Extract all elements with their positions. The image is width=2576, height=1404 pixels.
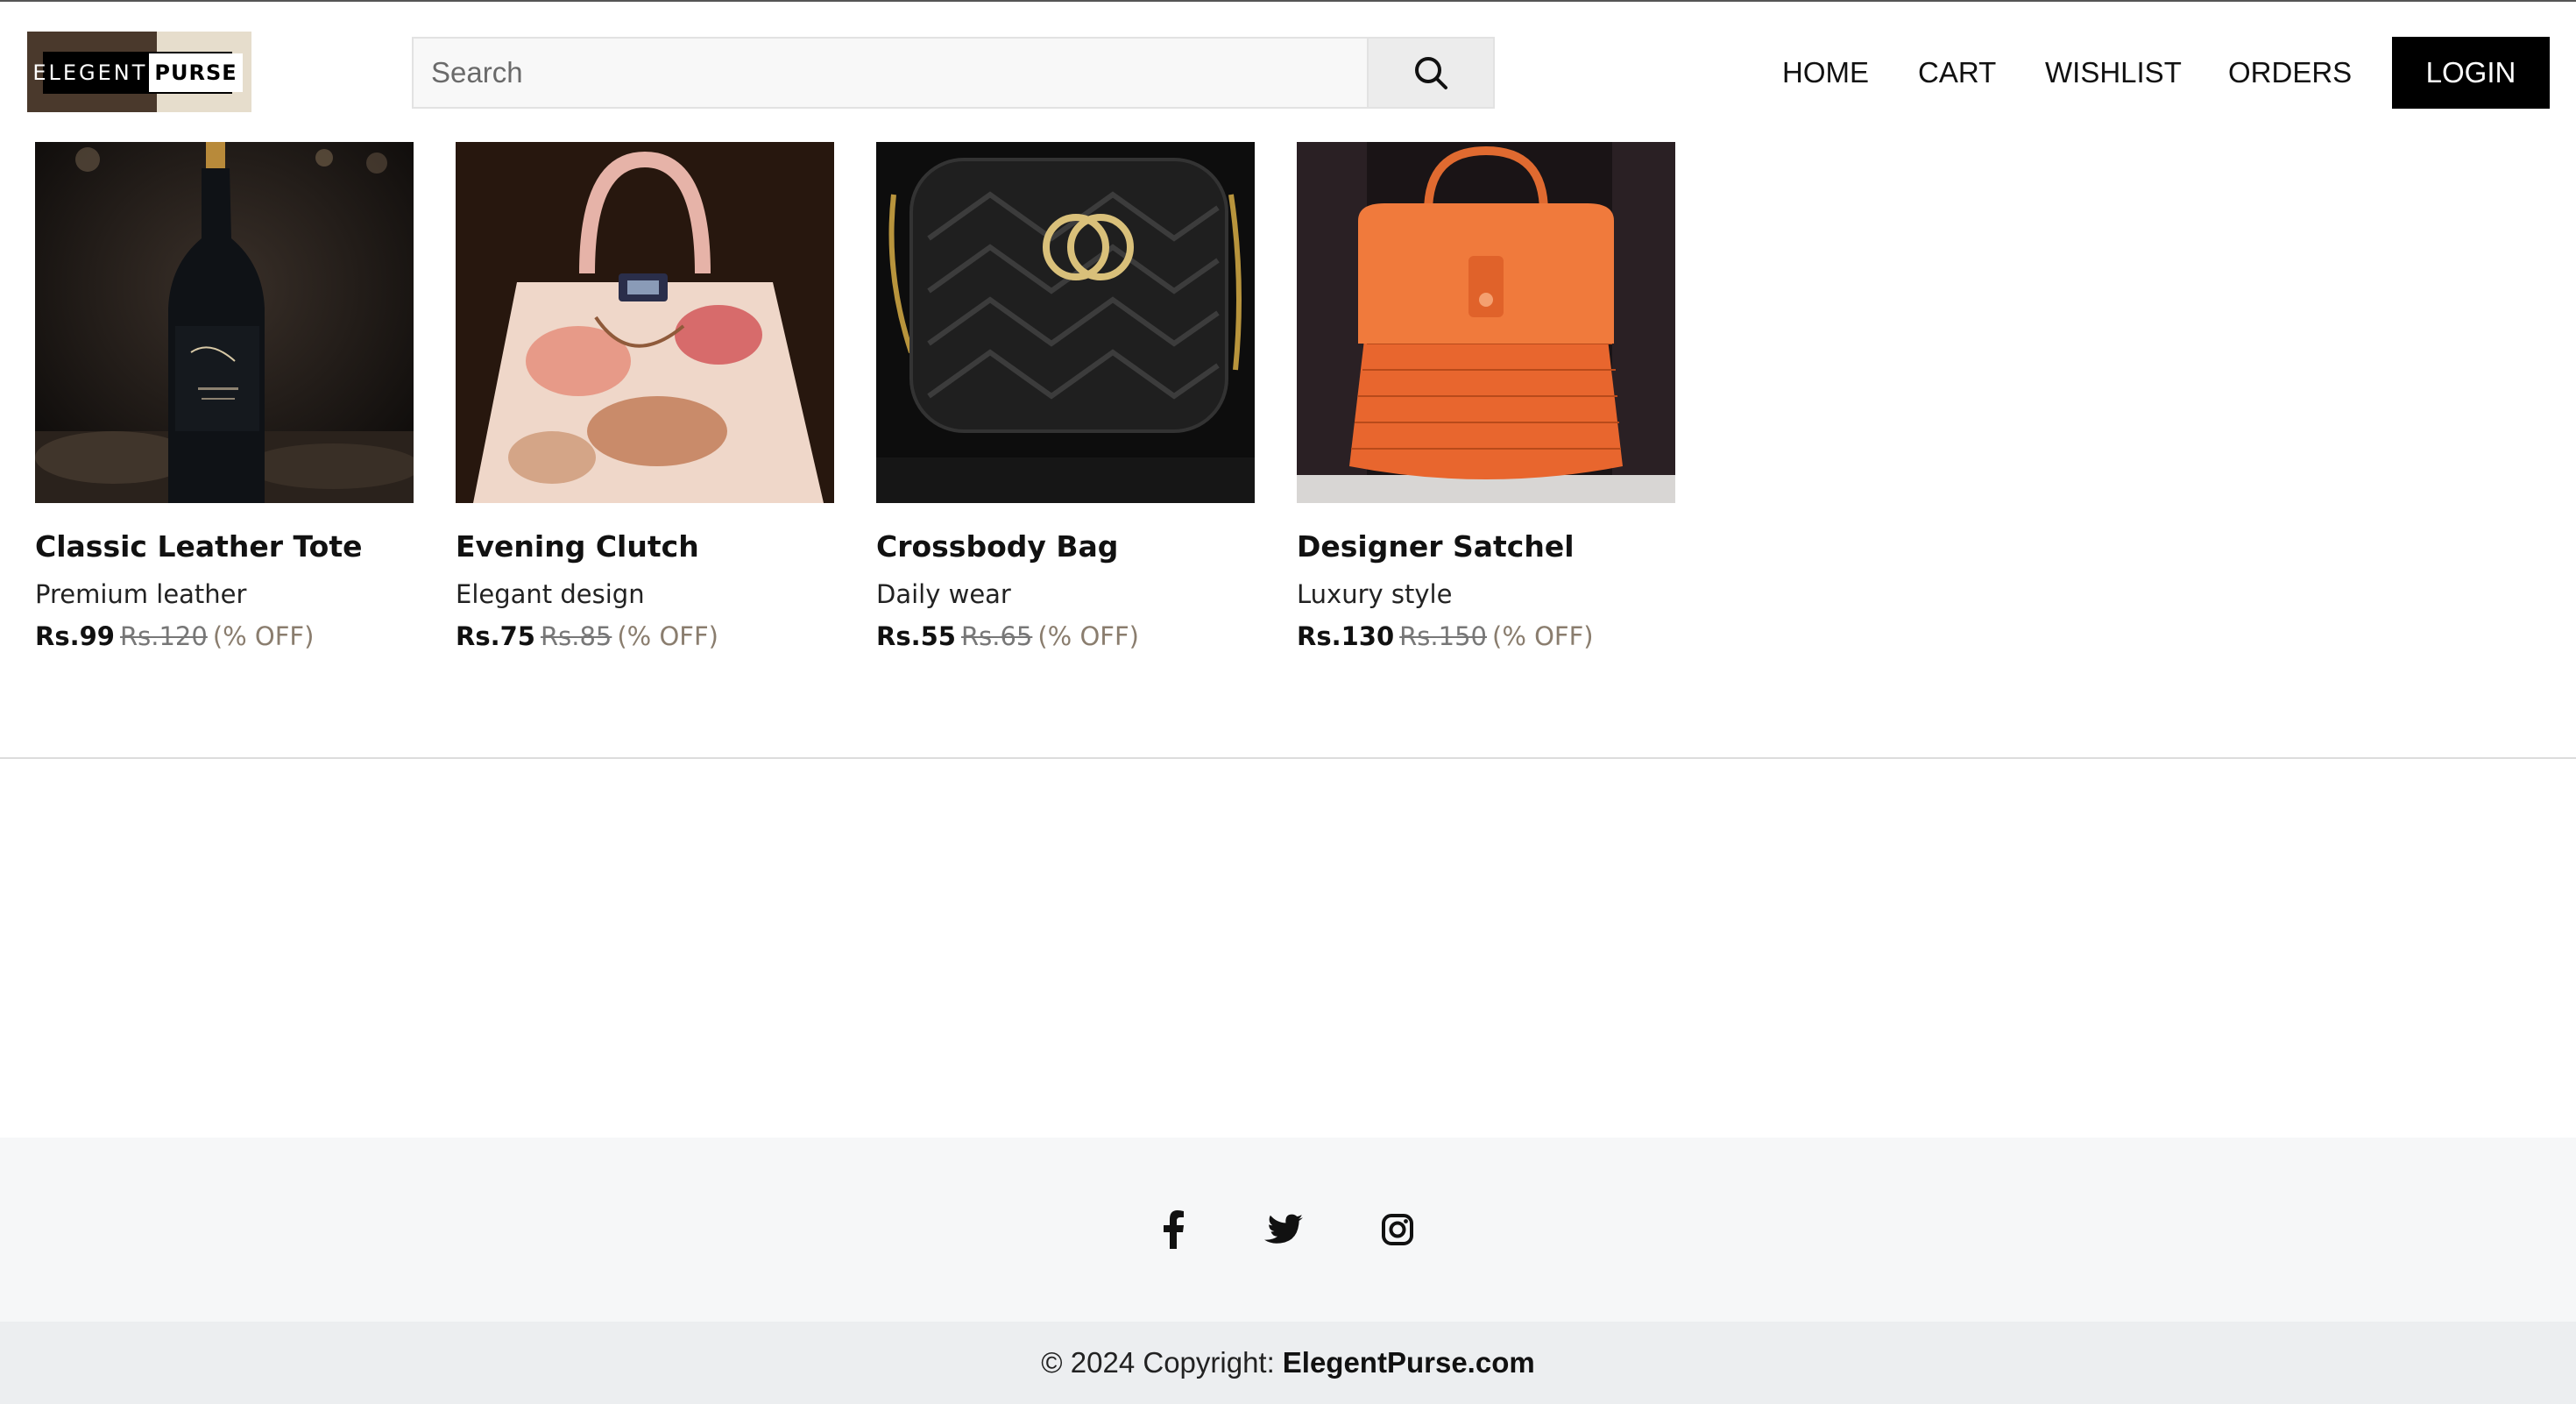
- product-original-price: Rs.65: [960, 621, 1033, 651]
- main-nav: HOME CART WISHLIST ORDERS: [0, 37, 2576, 109]
- nav-home[interactable]: HOME: [1782, 56, 1869, 89]
- product-original-price: Rs.120: [119, 621, 208, 651]
- product-original-price: Rs.150: [1399, 621, 1487, 651]
- product-price-row: Rs.99 Rs.120 (% OFF): [35, 621, 414, 651]
- product-name[interactable]: Crossbody Bag: [876, 529, 1255, 564]
- footer-copyright: © 2024 Copyright: ElegentPurse.com: [0, 1322, 2576, 1404]
- product-original-price: Rs.85: [540, 621, 612, 651]
- site-header: ELEGENTPURSE HOME CART WISHLIST ORDERS L…: [0, 2, 2576, 135]
- product-image-black-quilted-bag[interactable]: [876, 142, 1255, 503]
- product-discount: (% OFF): [617, 621, 718, 651]
- product-price: Rs.130: [1297, 621, 1395, 651]
- product-description: Elegant design: [456, 579, 645, 609]
- facebook-icon[interactable]: [1153, 1209, 1193, 1250]
- product-price-row: Rs.130 Rs.150 (% OFF): [1297, 621, 1675, 651]
- product-discount: (% OFF): [1492, 621, 1594, 651]
- twitter-icon[interactable]: [1263, 1209, 1304, 1250]
- product-card[interactable]: Designer Satchel Luxury style Rs.130 Rs.1…: [1297, 142, 1675, 651]
- product-price-row: Rs.55 Rs.65 (% OFF): [876, 621, 1255, 651]
- product-name[interactable]: Evening Clutch: [456, 529, 834, 564]
- instagram-icon[interactable]: [1377, 1209, 1418, 1250]
- nav-wishlist[interactable]: WISHLIST: [2045, 56, 2182, 89]
- product-description: Luxury style: [1297, 579, 1453, 609]
- product-price: Rs.55: [876, 621, 956, 651]
- product-name[interactable]: Designer Satchel: [1297, 529, 1675, 564]
- product-name[interactable]: Classic Leather Tote: [35, 529, 414, 564]
- login-button[interactable]: LOGIN: [2392, 37, 2550, 109]
- nav-cart[interactable]: CART: [1918, 56, 1996, 89]
- product-card[interactable]: Evening Clutch Elegant design Rs.75 Rs.85…: [456, 142, 834, 651]
- nav-orders[interactable]: ORDERS: [2228, 56, 2352, 89]
- copyright-site-link[interactable]: ElegentPurse.com: [1283, 1346, 1535, 1379]
- product-price: Rs.75: [456, 621, 535, 651]
- footer-social-bar: [0, 1138, 2576, 1322]
- product-description: Daily wear: [876, 579, 1011, 609]
- section-divider: [0, 757, 2576, 759]
- product-image-orange-wicker-bag[interactable]: [1297, 142, 1675, 503]
- product-discount: (% OFF): [212, 621, 315, 651]
- product-description: Premium leather: [35, 579, 247, 609]
- product-discount: (% OFF): [1037, 621, 1139, 651]
- product-card[interactable]: Classic Leather Tote Premium leather Rs.…: [35, 142, 414, 651]
- product-price-row: Rs.75 Rs.85 (% OFF): [456, 621, 834, 651]
- product-image-floral-handbag[interactable]: [456, 142, 834, 503]
- product-card[interactable]: Crossbody Bag Daily wear Rs.55 Rs.65 (% OF…: [876, 142, 1255, 651]
- product-price: Rs.99: [35, 621, 115, 651]
- copyright-text: © 2024 Copyright:: [1041, 1346, 1275, 1379]
- product-image-wine-bottle[interactable]: [35, 142, 414, 503]
